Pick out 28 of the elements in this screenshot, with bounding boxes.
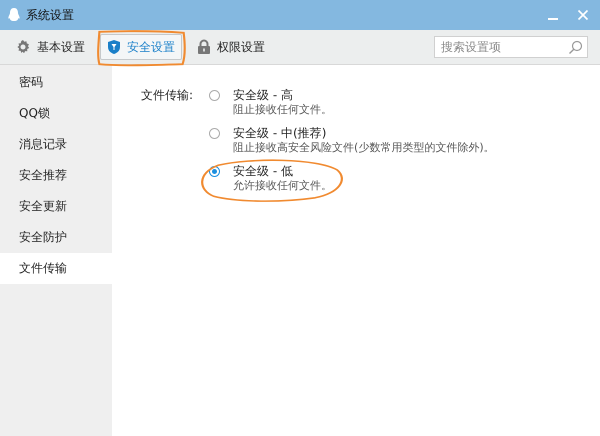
window-title: 系统设置 [26,6,75,24]
search-field[interactable]: 搜索设置项 [434,36,588,58]
sidebar-item[interactable]: 密码 [0,67,112,98]
sidebar-item[interactable]: QQ锁 [0,98,112,129]
minimize-icon [548,18,558,20]
settings-tab[interactable]: 安全设置 [100,34,182,60]
option-title[interactable]: 安全级 - 低 [233,163,495,179]
radio-button[interactable] [209,128,220,138]
settings-tab[interactable]: 权限设置 [190,34,272,60]
option-description: 允许接收任何文件。 [233,179,334,193]
gear-icon [15,39,31,55]
setting-label: 文件传输: [141,87,194,104]
penguin-icon [8,8,20,22]
option-description: 阻止接收高安全风险文件(少数常用类型的文件除外)。 [233,141,495,155]
sidebar-item[interactable]: 安全防护 [0,222,112,253]
sidebar-item[interactable]: 安全推荐 [0,160,112,191]
sidebar-item[interactable]: 消息记录 [0,129,112,160]
sidebar-item[interactable]: 安全更新 [0,191,112,222]
option-description: 阻止接收任何文件。 [233,103,334,117]
radio-button[interactable] [209,90,220,100]
option-title[interactable]: 安全级 - 高 [233,87,495,103]
lock-icon [197,39,211,55]
settings-tab[interactable]: 基本设置 [8,34,92,60]
sidebar-item[interactable]: 文件传输 [0,253,112,284]
option-title[interactable]: 安全级 - 中(推荐) [233,125,495,141]
search-icon [568,40,583,54]
shield-icon [107,39,121,55]
close-icon [577,9,589,21]
